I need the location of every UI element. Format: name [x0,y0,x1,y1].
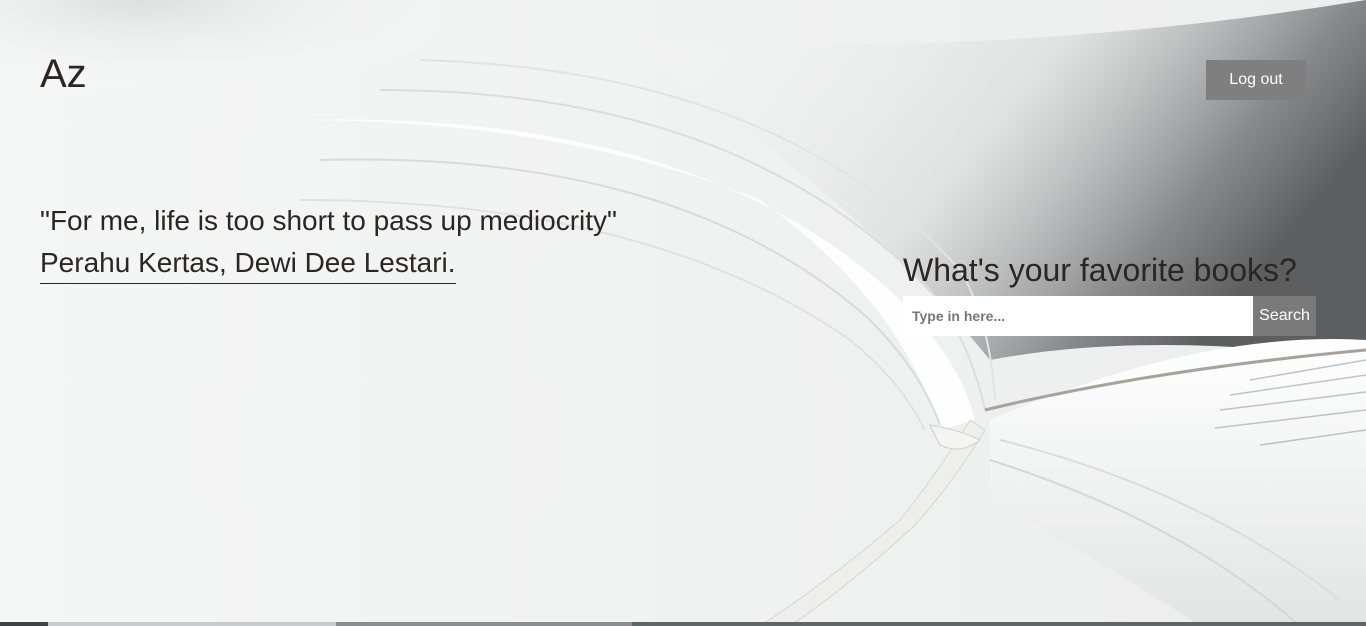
quote-source-link[interactable]: Perahu Kertas, Dewi Dee Lestari. [40,243,456,284]
logout-button[interactable]: Log out [1206,60,1306,100]
quote-text: "For me, life is too short to pass up me… [40,205,617,236]
search-form: Search [903,296,1316,336]
page: Az Log out "For me, life is too short to… [0,0,1366,626]
bottom-edge-strip [0,622,1366,626]
search-heading: What's your favorite books? [903,252,1297,288]
site-logo[interactable]: Az [40,50,87,98]
search-input[interactable] [903,296,1253,336]
search-button[interactable]: Search [1253,296,1316,336]
